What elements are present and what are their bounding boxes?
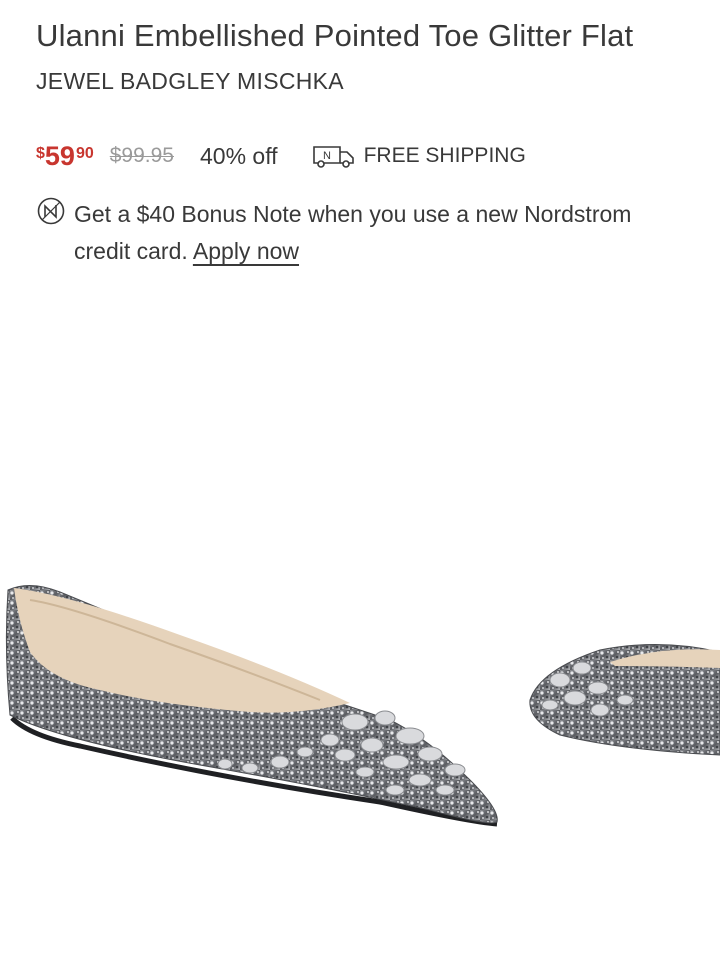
currency-symbol: $	[36, 145, 45, 162]
brand-name[interactable]: JEWEL BADGLEY MISCHKA	[36, 66, 344, 96]
silver-glitter-flat-shoes-image[interactable]	[0, 540, 720, 870]
discount-badge: 40% off	[199, 142, 278, 169]
sale-price-dollars: 59	[44, 141, 75, 171]
apply-now-link[interactable]: Apply now	[193, 238, 299, 264]
free-shipping-label: FREE SHIPPING	[363, 144, 526, 167]
sale-price-cents: 90	[75, 145, 94, 162]
promo-text: Get a $40 Bonus Note when you use a new …	[74, 201, 632, 264]
delivery-truck-icon: N	[312, 146, 354, 168]
sale-price: $ 59 90	[36, 141, 94, 171]
free-shipping: N FREE SHIPPING	[312, 143, 526, 169]
bonus-note-promo: Get a $40 Bonus Note when you use a new …	[74, 196, 634, 270]
price-row: $ 59 90 $99.95 40% off N FREE SHIPPING	[36, 138, 526, 174]
truck-letter: N	[323, 150, 331, 162]
product-title: Ulanni Embellished Pointed Toe Glitter F…	[36, 18, 634, 53]
original-price: $99.95	[109, 144, 174, 167]
nordstrom-note-icon	[37, 197, 65, 225]
